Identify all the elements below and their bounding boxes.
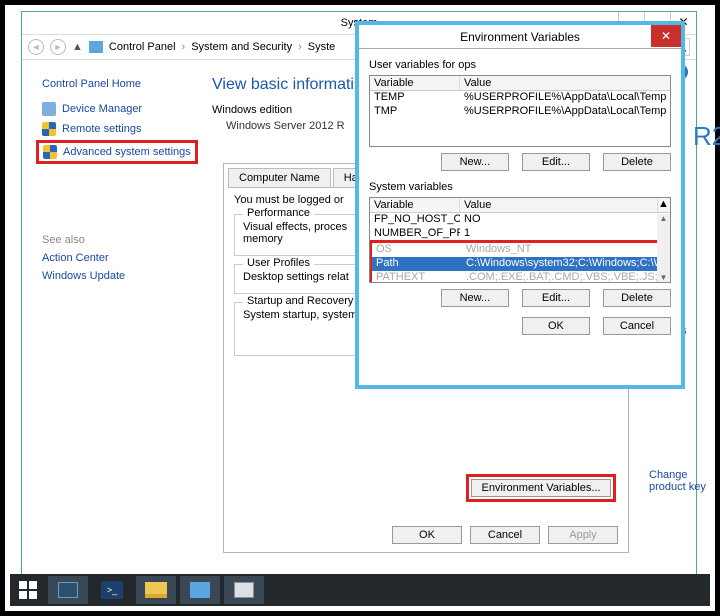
sidebar-item-label: Remote settings bbox=[62, 123, 141, 135]
environment-variables-dialog: Environment Variables ✕ User variables f… bbox=[355, 21, 685, 389]
sidebar-item-label: Device Manager bbox=[62, 103, 142, 115]
taskbar-server-manager[interactable] bbox=[48, 576, 88, 604]
performance-title: Performance bbox=[243, 207, 314, 219]
col-variable[interactable]: Variable bbox=[370, 198, 460, 212]
file-explorer-icon bbox=[145, 582, 167, 598]
forward-button[interactable]: ► bbox=[50, 39, 66, 55]
taskbar-powershell[interactable]: >_ bbox=[92, 576, 132, 604]
start-button[interactable] bbox=[12, 576, 44, 604]
col-value[interactable]: Value bbox=[460, 76, 670, 90]
user-new-button[interactable]: New... bbox=[441, 153, 509, 171]
user-vars-label: User variables for ops bbox=[369, 59, 671, 71]
back-button[interactable]: ◄ bbox=[28, 39, 44, 55]
shield-icon bbox=[42, 122, 56, 136]
breadcrumb[interactable]: System and Security bbox=[191, 41, 292, 53]
taskbar-explorer[interactable] bbox=[136, 576, 176, 604]
user-edit-button[interactable]: Edit... bbox=[522, 153, 590, 171]
taskbar-control-panel[interactable] bbox=[180, 576, 220, 604]
system-vars-list[interactable]: Variable Value ▲ FP_NO_HOST_CH... NO NUM… bbox=[369, 197, 671, 283]
list-item[interactable]: TEMP %USERPROFILE%\AppData\Local\Temp bbox=[370, 91, 670, 105]
user-profiles-title: User Profiles bbox=[243, 257, 314, 269]
highlight-advanced-settings: Advanced system settings bbox=[36, 140, 198, 164]
scroll-up-icon[interactable]: ▲ bbox=[660, 214, 668, 223]
taskbar-system-properties[interactable] bbox=[224, 576, 264, 604]
scroll-down-icon[interactable]: ▼ bbox=[660, 273, 668, 282]
sidebar-item-remote-settings[interactable]: Remote settings bbox=[30, 120, 210, 138]
sidebar-item-advanced-settings[interactable]: Advanced system settings bbox=[63, 146, 191, 158]
col-variable[interactable]: Variable bbox=[370, 76, 460, 90]
computer-icon bbox=[89, 41, 103, 53]
apply-button[interactable]: Apply bbox=[548, 526, 618, 544]
highlight-env-vars-button: Environment Variables... bbox=[466, 474, 616, 502]
sidebar-item-windows-update[interactable]: Windows Update bbox=[30, 268, 210, 284]
tab-computer-name[interactable]: Computer Name bbox=[228, 168, 331, 187]
list-item[interactable]: TMP %USERPROFILE%\AppData\Local\Temp bbox=[370, 105, 670, 119]
env-ok-button[interactable]: OK bbox=[522, 317, 590, 335]
sidebar-item-action-center[interactable]: Action Center bbox=[30, 250, 210, 266]
environment-variables-button[interactable]: Environment Variables... bbox=[471, 479, 611, 497]
windows-icon bbox=[19, 581, 37, 599]
up-button[interactable]: ▲ bbox=[72, 41, 83, 53]
sidebar-item-label: Windows Update bbox=[42, 270, 125, 282]
sys-delete-button[interactable]: Delete bbox=[603, 289, 671, 307]
col-value[interactable]: Value bbox=[460, 198, 657, 212]
env-title-text: Environment Variables bbox=[460, 30, 580, 44]
list-item[interactable]: OS Windows_NT bbox=[372, 243, 668, 257]
highlight-path-row: OS Windows_NT Path C:\Windows\system32;C… bbox=[369, 240, 671, 283]
env-cancel-button[interactable]: Cancel bbox=[603, 317, 671, 335]
change-product-key-link[interactable]: Change product key bbox=[649, 469, 715, 493]
sys-edit-button[interactable]: Edit... bbox=[522, 289, 590, 307]
ok-button[interactable]: OK bbox=[392, 526, 462, 544]
edition-suffix: R2 bbox=[693, 121, 720, 152]
list-item-selected[interactable]: Path C:\Windows\system32;C:\Windows;C:\W… bbox=[372, 257, 668, 271]
scroll-up-icon[interactable]: ▲ bbox=[657, 198, 670, 212]
sidebar-home[interactable]: Control Panel Home bbox=[42, 78, 210, 90]
list-item[interactable]: NUMBER_OF_PRO... 1 bbox=[370, 227, 670, 241]
close-button[interactable]: ✕ bbox=[651, 25, 681, 47]
cancel-button[interactable]: Cancel bbox=[470, 526, 540, 544]
user-delete-button[interactable]: Delete bbox=[603, 153, 671, 171]
server-manager-icon bbox=[58, 582, 78, 598]
taskbar[interactable]: >_ bbox=[10, 574, 710, 606]
device-icon bbox=[42, 102, 56, 116]
control-panel-icon bbox=[190, 582, 210, 598]
system-vars-label: System variables bbox=[369, 181, 671, 193]
scrollbar[interactable]: ▲ ▼ bbox=[657, 214, 670, 282]
sidebar-item-label: Action Center bbox=[42, 252, 109, 264]
breadcrumb[interactable]: Syste bbox=[308, 41, 336, 53]
see-also-label: See also bbox=[42, 234, 210, 246]
powershell-icon: >_ bbox=[101, 581, 123, 599]
shield-icon bbox=[43, 145, 57, 159]
sys-new-button[interactable]: New... bbox=[441, 289, 509, 307]
list-item[interactable]: PATHEXT .COM;.EXE;.BAT;.CMD;.VBS;.VBE;.J… bbox=[372, 271, 668, 283]
env-titlebar[interactable]: Environment Variables ✕ bbox=[359, 25, 681, 49]
startup-title: Startup and Recovery bbox=[243, 295, 357, 307]
system-properties-icon bbox=[234, 582, 254, 598]
breadcrumb[interactable]: Control Panel bbox=[109, 41, 176, 53]
list-item[interactable]: FP_NO_HOST_CH... NO bbox=[370, 213, 670, 227]
sidebar: Control Panel Home Device Manager Remote… bbox=[22, 60, 212, 574]
sidebar-item-device-manager[interactable]: Device Manager bbox=[30, 100, 210, 118]
user-vars-list[interactable]: Variable Value TEMP %USERPROFILE%\AppDat… bbox=[369, 75, 671, 147]
